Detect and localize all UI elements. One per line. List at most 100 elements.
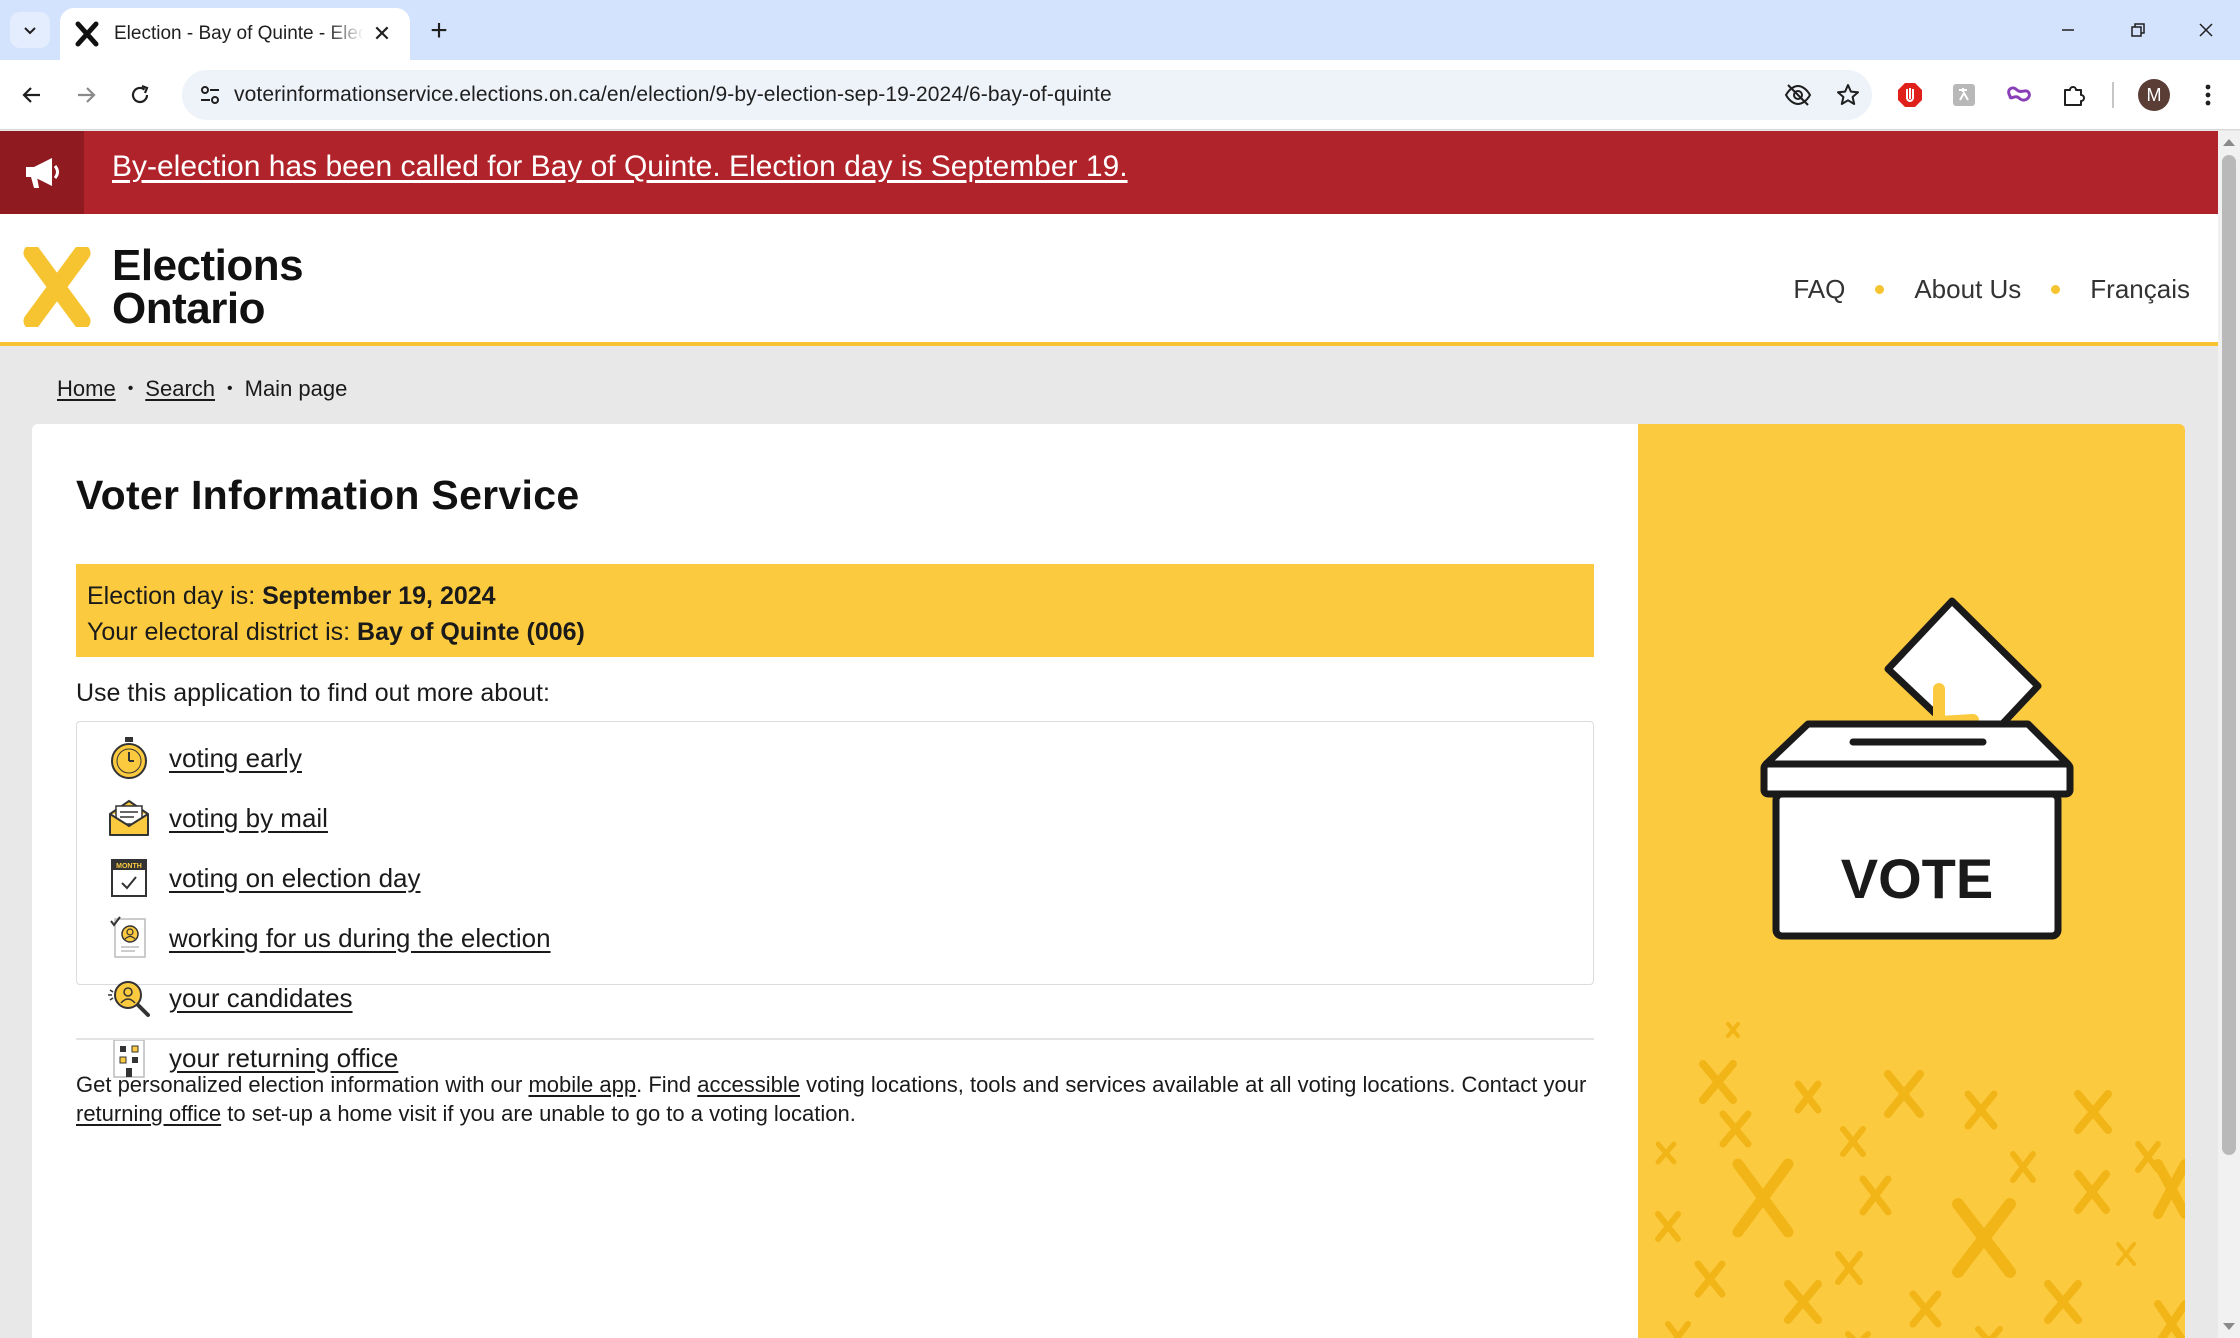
calendar-icon: MONTH [107, 856, 151, 900]
calendar-month-text: MONTH [116, 863, 142, 870]
page-viewport: By-election has been called for Bay of Q… [0, 131, 2218, 1338]
star-icon [1837, 84, 1859, 105]
translate-icon [1953, 84, 1975, 106]
minimize-window-button[interactable] [2042, 10, 2094, 50]
tab-search-button[interactable] [10, 12, 50, 48]
extensions-menu-button[interactable] [2054, 75, 2094, 115]
extension-translate-button[interactable] [1944, 75, 1984, 115]
link-label[interactable]: voting on election day [169, 863, 421, 894]
browser-menu-button[interactable] [2188, 75, 2228, 115]
arrow-right-icon [78, 87, 96, 103]
url-text[interactable]: voterinformationservice.elections.on.ca/… [234, 83, 1112, 107]
link-label[interactable]: voting by mail [169, 803, 328, 834]
restore-icon [2131, 23, 2145, 37]
browser-tab-bar: Election - Bay of Quinte - Elections Ont… [0, 0, 2240, 60]
worker-badge-icon [107, 916, 151, 960]
bookmark-button[interactable] [1828, 75, 1868, 115]
link-voting-by-mail[interactable]: voting by mail [107, 796, 328, 840]
forward-button[interactable] [66, 75, 106, 115]
breadcrumb-home[interactable]: Home [57, 376, 116, 402]
nav-about-us[interactable]: About Us [1914, 274, 2021, 305]
scrollbar-thumb[interactable] [2222, 155, 2236, 1155]
link-label[interactable]: your candidates [169, 983, 353, 1014]
breadcrumb-search[interactable]: Search [145, 376, 215, 402]
content-divider [76, 1038, 1594, 1040]
vote-label: VOTE [1841, 847, 1993, 910]
ballot-box-illustration: VOTE [1655, 597, 2185, 1338]
link-voting-early[interactable]: voting early [107, 736, 302, 780]
nav-separator-dot [2051, 285, 2061, 294]
arrow-left-icon [22, 87, 40, 103]
ballot-box: VOTE [1760, 720, 2074, 940]
profile-avatar[interactable]: M [2138, 79, 2170, 111]
footnote-text: voting locations, tools and services ava… [799, 1072, 1587, 1097]
district-line: Your electoral district is: Bay of Quint… [87, 614, 1583, 650]
reload-icon [131, 84, 149, 104]
tab-close-icon[interactable]: ✕ [368, 20, 396, 48]
megaphone-icon [26, 157, 59, 188]
topic-links: voting early voting by mail MONTH voting… [76, 721, 1594, 1078]
back-button[interactable] [12, 75, 52, 115]
more-vertical-icon [2205, 84, 2211, 106]
extension-purple-button[interactable] [1998, 75, 2038, 115]
browser-tab-active[interactable]: Election - Bay of Quinte - Elections Ont… [60, 8, 410, 60]
restore-window-button[interactable] [2112, 10, 2164, 50]
page-scrollbar[interactable] [2218, 131, 2240, 1338]
address-bar[interactable]: voterinformationservice.elections.on.ca/… [182, 70, 1872, 120]
tracking-protection-button[interactable] [1778, 75, 1818, 115]
main-card: Voter Information Service Election day i… [32, 424, 1638, 1338]
stopwatch-icon [107, 736, 151, 780]
link-working-for-us[interactable]: working for us during the election [107, 916, 551, 960]
x-pattern-background [1655, 1022, 2185, 1338]
close-window-button[interactable] [2180, 10, 2232, 50]
scroll-down-arrow-icon[interactable] [2223, 1323, 2235, 1330]
close-icon [2199, 23, 2213, 37]
logo-line-elections: Elections [112, 241, 304, 290]
mobile-app-link[interactable]: mobile app [528, 1072, 636, 1097]
scroll-up-arrow-icon[interactable] [2223, 139, 2235, 146]
footnote-text: . Find [636, 1072, 698, 1097]
alert-link[interactable]: By-election has been called for Bay of Q… [112, 150, 1128, 184]
logo-line-ontario: Ontario [112, 284, 265, 333]
breadcrumb-separator: • [227, 380, 233, 397]
election-day-line: Election day is: September 19, 2024 [87, 578, 1583, 614]
minimize-icon [2062, 29, 2074, 31]
new-tab-button[interactable]: + [422, 14, 456, 48]
loop-icon [2007, 86, 2031, 102]
election-day-value: September 19, 2024 [262, 582, 496, 610]
elections-ontario-logo[interactable]: Elections Ontario [22, 241, 304, 333]
page-title: Voter Information Service [76, 472, 580, 518]
breadcrumb-current: Main page [244, 376, 348, 401]
reload-button[interactable] [120, 75, 160, 115]
link-label[interactable]: your returning office [169, 1043, 398, 1074]
returning-office-link[interactable]: returning office [76, 1101, 221, 1126]
tune-icon [201, 86, 219, 104]
top-nav: FAQ About Us Français [1793, 274, 2190, 305]
stop-sign-icon [1898, 83, 1922, 107]
election-day-label: Election day is: [87, 582, 263, 610]
logo-wordmark: Elections Ontario [112, 241, 304, 333]
link-label[interactable]: voting early [169, 743, 302, 774]
elections-ontario-favicon-icon [75, 21, 99, 47]
district-value: Bay of Quinte (006) [357, 618, 585, 646]
site-info-button[interactable] [190, 75, 230, 115]
envelope-icon [107, 796, 151, 840]
eye-slash-icon [1784, 84, 1812, 106]
x-logo-icon [23, 247, 91, 327]
breadcrumb-separator: • [127, 380, 134, 397]
nav-francais[interactable]: Français [2090, 274, 2190, 305]
nav-separator-dot [1875, 285, 1885, 294]
footnote: Get personalized election information wi… [76, 1070, 1594, 1128]
link-your-candidates[interactable]: your candidates [107, 976, 353, 1020]
link-label[interactable]: working for us during the election [169, 923, 551, 954]
alert-icon-box [0, 131, 84, 214]
site-header: Elections Ontario FAQ About Us Français [0, 214, 2218, 346]
breadcrumb: Home • Search • Main page [57, 376, 347, 402]
vote-illustration-panel: VOTE [1638, 424, 2185, 1338]
nav-faq[interactable]: FAQ [1793, 274, 1845, 305]
tab-title: Election - Bay of Quinte - Elections Ont… [114, 23, 364, 44]
extension-adblock-button[interactable] [1890, 75, 1930, 115]
link-voting-on-election-day[interactable]: MONTH voting on election day [107, 856, 421, 900]
accessible-link[interactable]: accessible [697, 1072, 800, 1097]
footnote-text: to set-up a home visit if you are unable… [221, 1101, 856, 1126]
